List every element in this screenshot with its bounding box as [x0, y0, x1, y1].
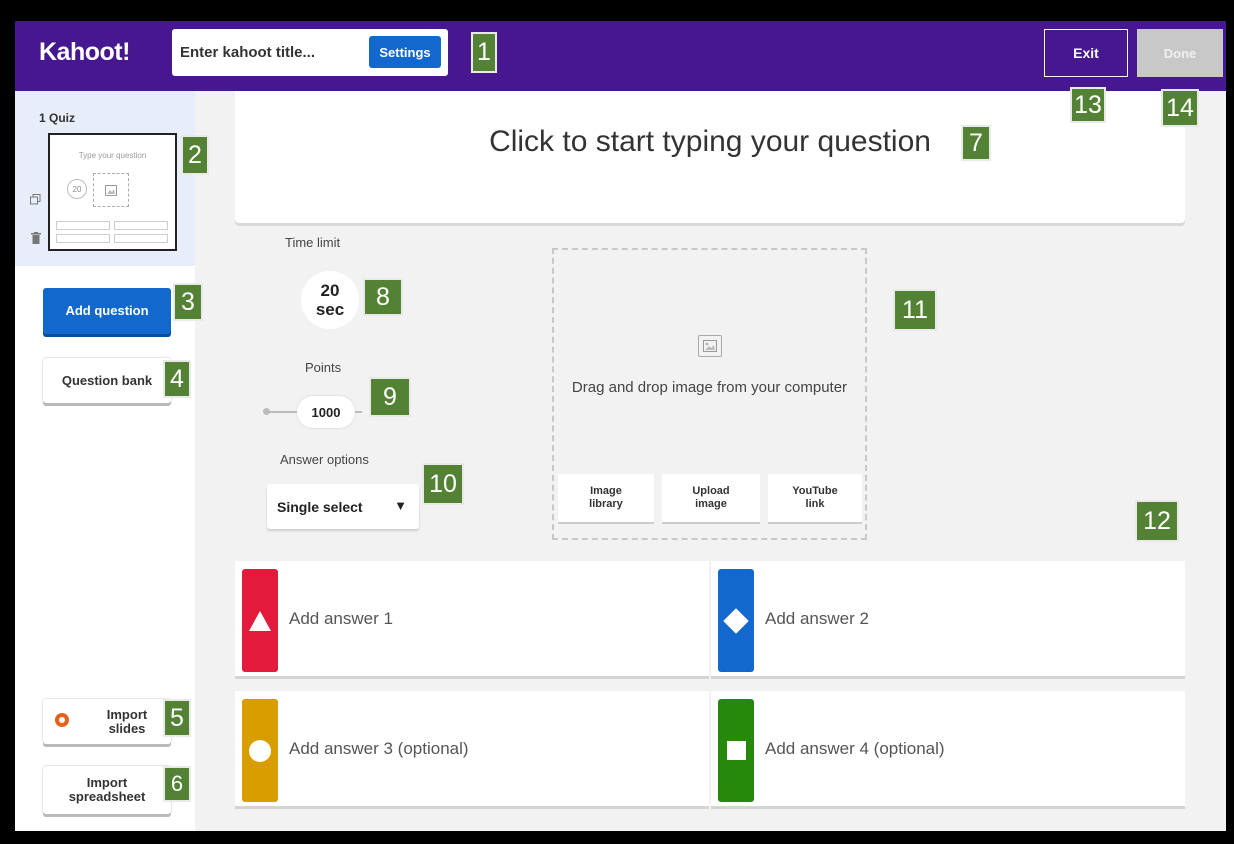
answer-2-color — [718, 569, 754, 672]
top-bar: Kahoot! Settings 1 Exit Done — [15, 21, 1226, 91]
annotation-badge-13: 13 — [1070, 87, 1106, 123]
answer-card-4[interactable]: Add answer 4 (optional) — [711, 691, 1185, 806]
answer-4-input[interactable]: Add answer 4 (optional) — [765, 739, 945, 759]
annotation-badge-1: 1 — [471, 32, 497, 73]
done-button[interactable]: Done — [1137, 29, 1223, 77]
add-question-button[interactable]: Add question — [43, 288, 171, 334]
settings-button[interactable]: Settings — [369, 36, 441, 68]
media-dropzone[interactable]: Drag and drop image from your computer I… — [552, 248, 867, 540]
thumbnail-image-icon — [93, 173, 129, 207]
quiz-label: 1 Quiz — [39, 111, 76, 125]
answer-3-color — [242, 699, 278, 802]
annotation-badge-8: 8 — [363, 278, 403, 316]
diamond-icon — [723, 607, 749, 634]
trash-icon[interactable] — [31, 232, 41, 247]
kahoot-title-input[interactable] — [180, 38, 360, 66]
time-limit-selector[interactable]: 20 sec — [301, 271, 359, 329]
sidebar: 1 Quiz Type your question 20 2 Add quest… — [15, 91, 209, 831]
time-limit-unit: sec — [315, 300, 345, 319]
square-icon — [726, 741, 746, 760]
answer-options-label: Answer options — [280, 452, 369, 467]
answer-card-1[interactable]: Add answer 1 — [235, 561, 709, 676]
answer-1-color — [242, 569, 278, 672]
triangle-icon — [249, 610, 271, 631]
annotation-badge-7: 7 — [961, 125, 991, 161]
points-label: Points — [305, 360, 342, 375]
exit-button[interactable]: Exit — [1044, 29, 1128, 77]
question-list-panel: 1 Quiz Type your question 20 — [15, 91, 195, 266]
annotation-badge-4: 4 — [163, 360, 191, 398]
time-limit-value: 20 — [320, 281, 340, 300]
points-selector[interactable]: 1000 — [297, 396, 355, 428]
kahoot-logo[interactable]: Kahoot! — [39, 38, 130, 67]
annotation-badge-14: 14 — [1161, 89, 1199, 127]
question-thumbnail[interactable]: Type your question 20 — [48, 133, 177, 251]
upload-image-button[interactable]: Upload image — [662, 474, 760, 522]
kahoot-editor-window: Kahoot! Settings 1 Exit Done 1 Quiz Type… — [15, 21, 1226, 831]
import-slides-icon — [55, 713, 69, 727]
thumbnail-answer — [56, 221, 110, 230]
answer-card-2[interactable]: Add answer 2 — [711, 561, 1185, 676]
answer-options-select[interactable]: Single select ▼ — [267, 484, 419, 529]
question-card[interactable]: Click to start typing your question — [235, 91, 1185, 223]
import-slides-button[interactable]: Import slides — [43, 699, 171, 744]
import-spreadsheet-button[interactable]: Import spreadsheet — [43, 766, 171, 814]
dropdown-arrow-icon: ▼ — [394, 498, 407, 513]
annotation-badge-6: 6 — [163, 766, 191, 802]
time-limit-label: Time limit — [285, 235, 341, 250]
question-input[interactable]: Click to start typing your question — [235, 125, 1185, 159]
annotation-badge-9: 9 — [369, 377, 411, 417]
annotation-badge-5: 5 — [163, 699, 191, 737]
annotation-badge-10: 10 — [422, 463, 464, 505]
youtube-link-button[interactable]: YouTube link — [768, 474, 862, 522]
question-bank-button[interactable]: Question bank — [43, 358, 171, 403]
annotation-badge-12: 12 — [1135, 500, 1179, 542]
answer-options-value: Single select — [277, 499, 363, 515]
image-placeholder-icon — [698, 335, 722, 357]
annotation-badge-11: 11 — [893, 289, 937, 331]
thumbnail-answer — [114, 234, 168, 243]
answer-3-input[interactable]: Add answer 3 (optional) — [289, 739, 469, 759]
answer-card-3[interactable]: Add answer 3 (optional) — [235, 691, 709, 806]
import-slides-label: Import slides — [106, 706, 148, 736]
answer-2-input[interactable]: Add answer 2 — [765, 609, 869, 629]
image-library-button[interactable]: Image library — [558, 474, 654, 522]
thumbnail-time: 20 — [67, 179, 87, 199]
answer-1-input[interactable]: Add answer 1 — [289, 609, 393, 629]
main-editor: Click to start typing your question 7 13… — [195, 87, 1226, 831]
points-slider-handle[interactable] — [263, 408, 270, 415]
title-box: Settings — [172, 29, 448, 76]
circle-icon — [249, 739, 271, 762]
drag-drop-text: Drag and drop image from your computer — [571, 379, 848, 396]
thumbnail-answer — [56, 234, 110, 243]
duplicate-icon[interactable] — [30, 194, 41, 208]
thumbnail-question-text: Type your question — [78, 151, 147, 160]
thumbnail-answer — [114, 221, 168, 230]
answer-4-color — [718, 699, 754, 802]
